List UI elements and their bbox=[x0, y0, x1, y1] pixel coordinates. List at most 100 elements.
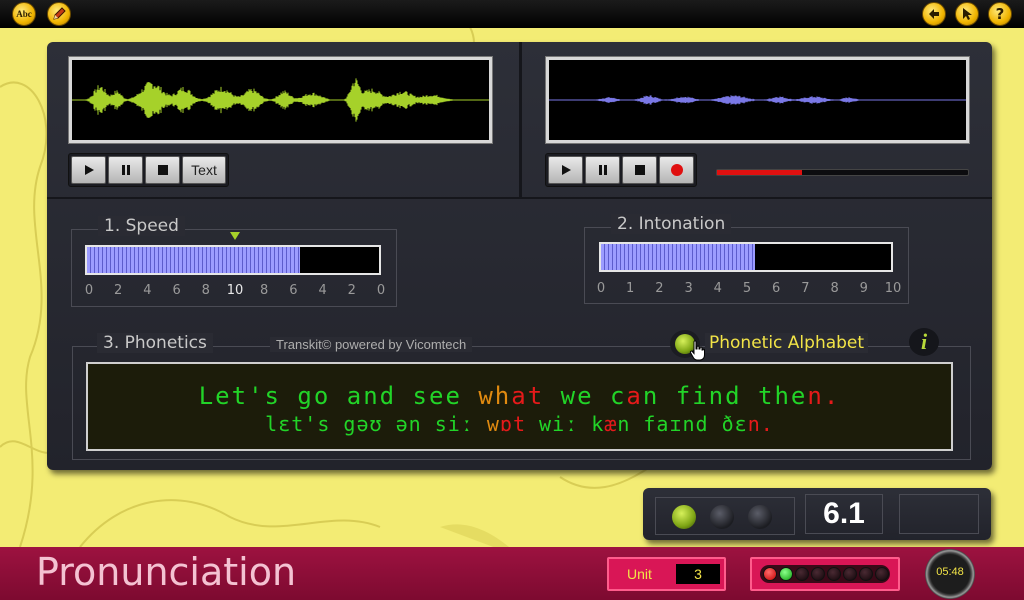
scale-tick-label: 0 bbox=[84, 283, 94, 298]
record-button[interactable] bbox=[659, 156, 694, 184]
scale-tick-label: 6 bbox=[172, 283, 181, 298]
score-light-off bbox=[748, 505, 772, 529]
sentence-segment: n. bbox=[807, 382, 841, 410]
play-button[interactable] bbox=[71, 156, 106, 184]
scale-tick-label: 2 bbox=[347, 283, 356, 298]
progress-light bbox=[795, 567, 809, 581]
pause-icon bbox=[598, 165, 607, 175]
model-waveform-graph bbox=[72, 78, 489, 122]
scale-tick-label: 0 bbox=[376, 283, 386, 298]
score-light-off bbox=[710, 505, 734, 529]
sentence-segment: n find the bbox=[642, 382, 808, 410]
abc-button[interactable]: Abc bbox=[12, 2, 36, 26]
transkit-credit: Transkit© powered by Vicomtech bbox=[270, 337, 473, 352]
score-value: 6.1 bbox=[805, 494, 883, 534]
progress-light bbox=[843, 567, 857, 581]
progress-light bbox=[779, 567, 793, 581]
module-title: Pronunciation bbox=[36, 550, 297, 594]
model-waveform bbox=[68, 56, 493, 144]
play-recording-button[interactable] bbox=[548, 156, 583, 184]
scale-tick-label: 9 bbox=[859, 281, 868, 296]
scale-tick-label: 6 bbox=[772, 281, 781, 296]
score-light-on bbox=[672, 505, 696, 529]
scale-tick-label: 8 bbox=[260, 283, 269, 298]
progress-light bbox=[811, 567, 825, 581]
speed-meter-fill bbox=[87, 247, 301, 273]
pointer-button[interactable] bbox=[955, 2, 979, 26]
speed-meter bbox=[85, 245, 381, 275]
text-button[interactable]: Text bbox=[182, 156, 226, 184]
sentence-text: Let's go and see what we can find then. bbox=[88, 382, 951, 410]
sentence-segment: we c bbox=[544, 382, 627, 410]
scale-tick-label: 10 bbox=[884, 281, 902, 296]
exercise-progress bbox=[750, 557, 900, 591]
sentence-segment: at bbox=[511, 382, 545, 410]
info-button[interactable]: i bbox=[909, 328, 939, 356]
progress-light bbox=[859, 567, 873, 581]
sentence-segment: ɒt bbox=[499, 412, 527, 436]
progress-light bbox=[763, 567, 777, 581]
scale-tick-label: 2 bbox=[655, 281, 664, 296]
timer: 05:48 bbox=[925, 549, 975, 599]
sentence-segment: æ bbox=[604, 412, 618, 436]
exercise-lights bbox=[760, 565, 890, 583]
help-label: ? bbox=[995, 5, 1005, 23]
pencil-icon bbox=[53, 7, 66, 20]
sentence-segment: lɛt's gəʊ ən siː bbox=[265, 412, 487, 436]
stop-recording-button[interactable] bbox=[622, 156, 657, 184]
scale-tick-label: 8 bbox=[201, 283, 210, 298]
sentence-segment: a bbox=[626, 382, 643, 410]
scale-tick-label: 7 bbox=[801, 281, 810, 296]
panel-divider bbox=[519, 42, 522, 198]
info-icon: i bbox=[920, 329, 928, 354]
sentence-segment: n faɪnd ðɛ bbox=[617, 412, 748, 436]
back-button[interactable] bbox=[922, 2, 946, 26]
recording-progress-bar bbox=[716, 169, 969, 176]
sentence-segment: n. bbox=[747, 412, 774, 436]
play-icon bbox=[561, 165, 571, 175]
arrow-left-icon bbox=[929, 9, 939, 19]
sentence-segment: Let's go and see bbox=[198, 382, 479, 410]
progress-light bbox=[827, 567, 841, 581]
scale-tick-label: 10 bbox=[226, 283, 244, 298]
sentence-phonetic: lɛt's gəʊ ən siː wɒt wiː kæn faɪnd ðɛn. bbox=[88, 412, 951, 436]
scale-tick-label: 4 bbox=[713, 281, 722, 296]
scale-tick-label: 3 bbox=[684, 281, 693, 296]
abc-label: Abc bbox=[16, 9, 32, 19]
recording-waveform-graph bbox=[549, 95, 966, 105]
hand-cursor-icon bbox=[689, 340, 705, 361]
scale-tick-label: 0 bbox=[596, 281, 606, 296]
intonation-scale: 0 1 2 3 4 5 6 7 8 9 10 bbox=[0, 281, 901, 297]
scale-tick-label: 4 bbox=[143, 283, 152, 298]
intonation-meter bbox=[599, 242, 893, 272]
phonetics-title: 3. Phonetics bbox=[97, 333, 213, 353]
stop-icon bbox=[634, 165, 645, 175]
speed-title: 1. Speed bbox=[98, 216, 185, 236]
pause-button[interactable] bbox=[108, 156, 143, 184]
top-toolbar: Abc ? bbox=[0, 0, 1024, 28]
model-playback-controls: Text bbox=[68, 153, 229, 187]
pencil-button[interactable] bbox=[47, 2, 71, 26]
scale-tick-label: 1 bbox=[626, 281, 635, 296]
sentence-segment: wiː k bbox=[526, 412, 605, 436]
scale-tick-label: 6 bbox=[289, 283, 298, 298]
help-button[interactable]: ? bbox=[988, 2, 1012, 26]
stop-button[interactable] bbox=[145, 156, 180, 184]
stop-icon bbox=[157, 165, 168, 175]
sentence-segment: wh bbox=[478, 382, 512, 410]
cursor-icon bbox=[963, 8, 972, 20]
phonetic-transcription-display: Let's go and see what we can find then. … bbox=[86, 362, 953, 451]
unit-label: Unit bbox=[627, 566, 652, 582]
recording-controls bbox=[545, 153, 697, 187]
timer-value: 05:48 bbox=[936, 566, 964, 578]
intonation-title: 2. Intonation bbox=[611, 214, 732, 234]
scale-tick-label: 4 bbox=[318, 283, 327, 298]
phonetic-alphabet-label[interactable]: Phonetic Alphabet bbox=[705, 333, 869, 353]
pause-icon bbox=[121, 165, 130, 175]
pause-recording-button[interactable] bbox=[585, 156, 620, 184]
unit-selector[interactable]: Unit 3 bbox=[607, 557, 726, 591]
recording-progress-fill bbox=[717, 170, 803, 175]
panel-divider bbox=[47, 197, 992, 199]
recording-waveform bbox=[545, 56, 970, 144]
play-icon bbox=[84, 165, 94, 175]
